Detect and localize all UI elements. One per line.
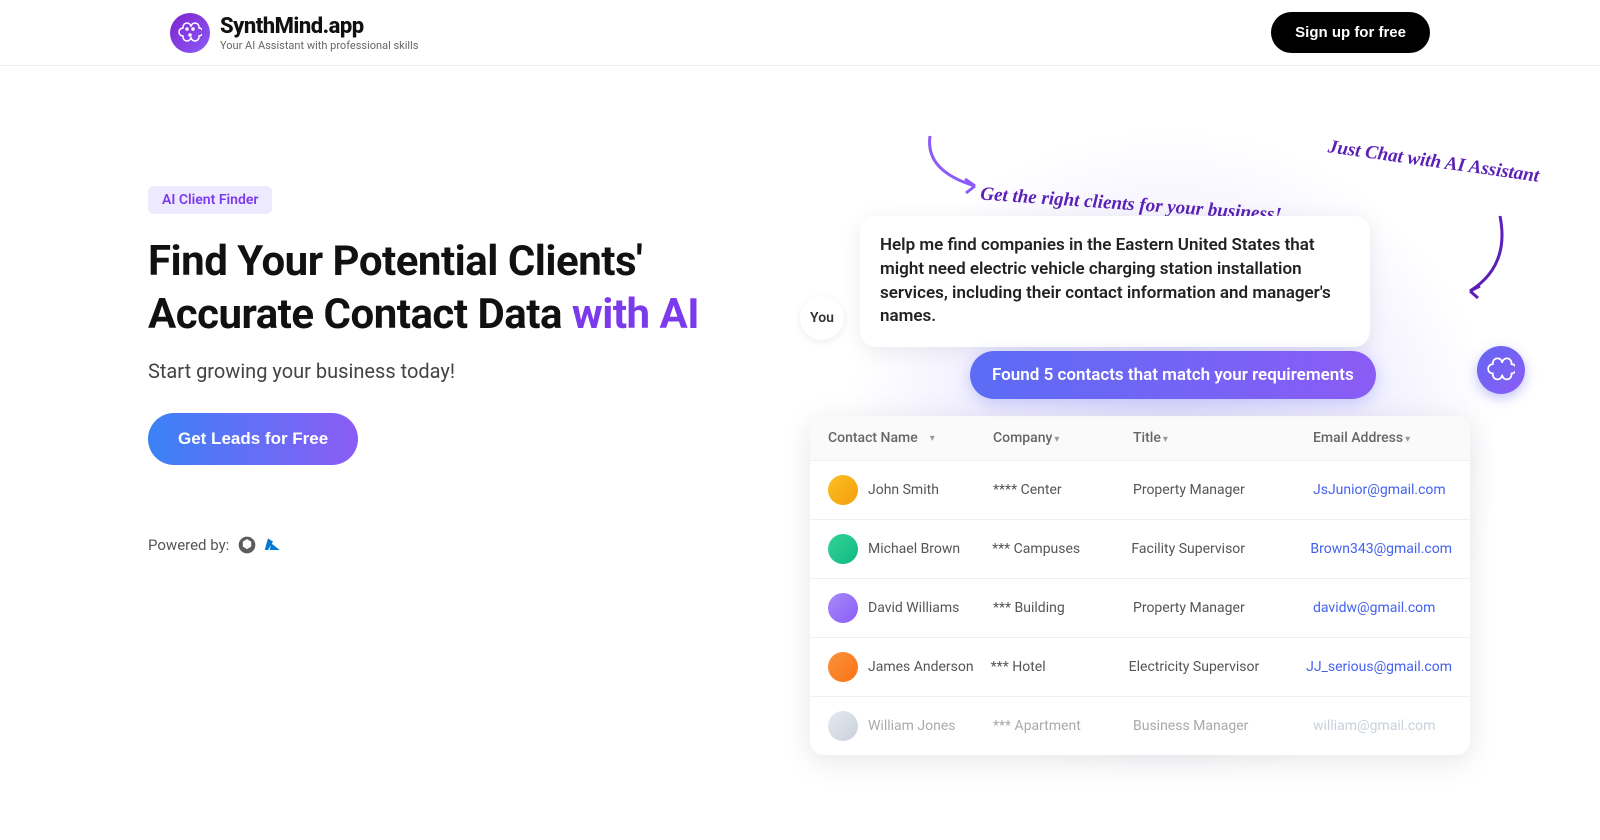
signup-button[interactable]: Sign up for free	[1271, 12, 1430, 53]
user-message: Help me find companies in the Eastern Un…	[860, 216, 1370, 347]
contacts-table: Contact Name▾ Company▾ Title▾ Email Addr…	[810, 416, 1470, 755]
contact-company: **** Center	[993, 482, 1133, 498]
avatar	[828, 475, 858, 505]
col-header-title[interactable]: Title▾	[1133, 430, 1313, 446]
contact-title: Property Manager	[1133, 482, 1313, 498]
cta-button[interactable]: Get Leads for Free	[148, 413, 358, 465]
col-header-email[interactable]: Email Address▾	[1313, 430, 1452, 446]
ai-brain-icon	[1477, 346, 1525, 394]
table-header-row: Contact Name▾ Company▾ Title▾ Email Addr…	[810, 416, 1470, 461]
brain-icon	[170, 13, 210, 53]
avatar	[828, 711, 858, 741]
powered-label: Powered by:	[148, 536, 229, 554]
table-row: Michael Brown *** Campuses Facility Supe…	[810, 520, 1470, 579]
avatar	[828, 534, 858, 564]
chevron-down-icon: ▾	[930, 433, 935, 444]
contact-email[interactable]: william@gmail.com	[1313, 718, 1452, 734]
contact-email[interactable]: JJ_serious@gmail.com	[1306, 659, 1452, 675]
contact-company: *** Building	[993, 600, 1133, 616]
product-badge: AI Client Finder	[148, 186, 272, 214]
contact-name: John Smith	[868, 482, 939, 498]
table-row: William Jones *** Apartment Business Man…	[810, 697, 1470, 755]
powered-by: Powered by:	[148, 535, 708, 555]
contact-title: Electricity Supervisor	[1129, 659, 1306, 675]
you-avatar: You	[800, 296, 844, 340]
chevron-down-icon: ▾	[1405, 434, 1410, 445]
chevron-down-icon: ▾	[1054, 434, 1059, 445]
headline: Find Your Potential Clients' Accurate Co…	[148, 236, 708, 341]
contact-name: David Williams	[868, 600, 959, 616]
chevron-down-icon: ▾	[1163, 434, 1168, 445]
subheadline: Start growing your business today!	[148, 359, 708, 383]
col-header-name[interactable]: Contact Name▾	[828, 430, 993, 446]
contact-name: William Jones	[868, 718, 956, 734]
logo-title: SynthMind.app	[220, 14, 418, 39]
contact-email[interactable]: davidw@gmail.com	[1313, 600, 1452, 616]
avatar	[828, 593, 858, 623]
contact-title: Business Manager	[1133, 718, 1313, 734]
table-row: James Anderson *** Hotel Electricity Sup…	[810, 638, 1470, 697]
contact-title: Facility Supervisor	[1131, 541, 1310, 557]
contact-title: Property Manager	[1133, 600, 1313, 616]
headline-accent: with AI	[572, 290, 699, 339]
logo-subtitle: Your AI Assistant with professional skil…	[220, 39, 418, 52]
contact-name: James Anderson	[868, 659, 974, 675]
table-row: David Williams *** Building Property Man…	[810, 579, 1470, 638]
contact-email[interactable]: JsJunior@gmail.com	[1313, 482, 1452, 498]
contact-name: Michael Brown	[868, 541, 960, 557]
azure-icon	[263, 535, 283, 555]
arrow-icon-top	[1460, 206, 1520, 306]
avatar	[828, 652, 858, 682]
contact-company: *** Campuses	[992, 541, 1131, 557]
contact-company: *** Apartment	[993, 718, 1133, 734]
contact-email[interactable]: Brown343@gmail.com	[1310, 541, 1452, 557]
annotation-top: Just Chat with AI Assistant	[1327, 136, 1541, 187]
openai-icon	[237, 535, 257, 555]
logo[interactable]: SynthMind.app Your AI Assistant with pro…	[170, 13, 418, 53]
col-header-company[interactable]: Company▾	[993, 430, 1133, 446]
table-row: John Smith **** Center Property Manager …	[810, 461, 1470, 520]
contact-company: *** Hotel	[991, 659, 1129, 675]
headline-main: Find Your Potential Clients' Accurate Co…	[148, 237, 642, 339]
ai-result-message: Found 5 contacts that match your require…	[970, 351, 1376, 399]
